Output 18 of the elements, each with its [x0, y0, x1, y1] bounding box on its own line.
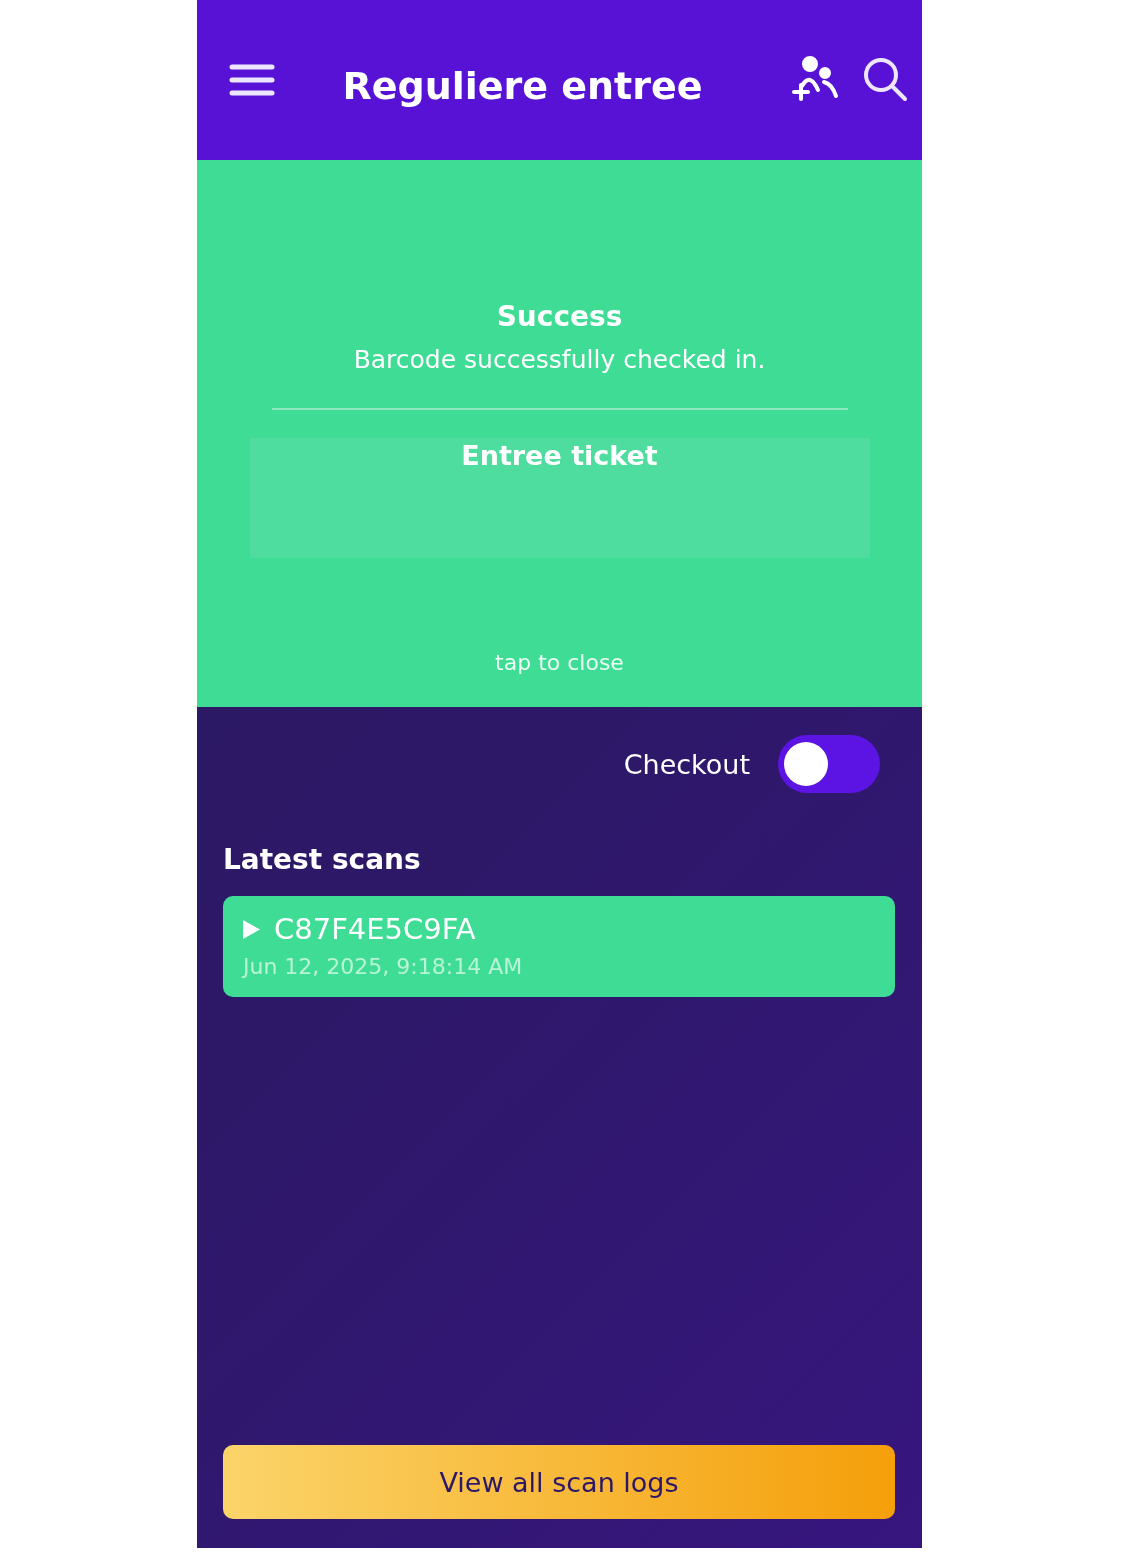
status-message: Barcode successfully checked in.	[353, 345, 766, 374]
page-title: Reguliere entree	[341, 63, 704, 108]
scan-code: C87F4E5C9FA	[274, 912, 476, 946]
status-title: Success	[496, 300, 623, 333]
result-banner[interactable]: Success Barcode successfully checked in. Entree ticket tap to close	[197, 160, 922, 707]
view-logs-button[interactable]: View all scan logs	[223, 1445, 895, 1519]
scan-item[interactable]: C87F4E5C9FA Jun 12, 2025, 9:18:14 AM	[223, 896, 895, 997]
menu-button[interactable]	[229, 63, 275, 97]
checkout-toggle[interactable]	[778, 735, 880, 793]
ticket-type: Entree ticket	[461, 439, 658, 471]
scan-time: Jun 12, 2025, 9:18:14 AM	[243, 954, 524, 979]
checkout-label: Checkout	[623, 748, 750, 780]
search-icon	[862, 55, 908, 102]
section-title: Latest scans	[223, 843, 422, 876]
caret-icon	[243, 919, 260, 939]
menu-icon	[229, 63, 275, 97]
people-plus-icon	[792, 55, 840, 102]
close-hint: tap to close	[495, 650, 624, 675]
